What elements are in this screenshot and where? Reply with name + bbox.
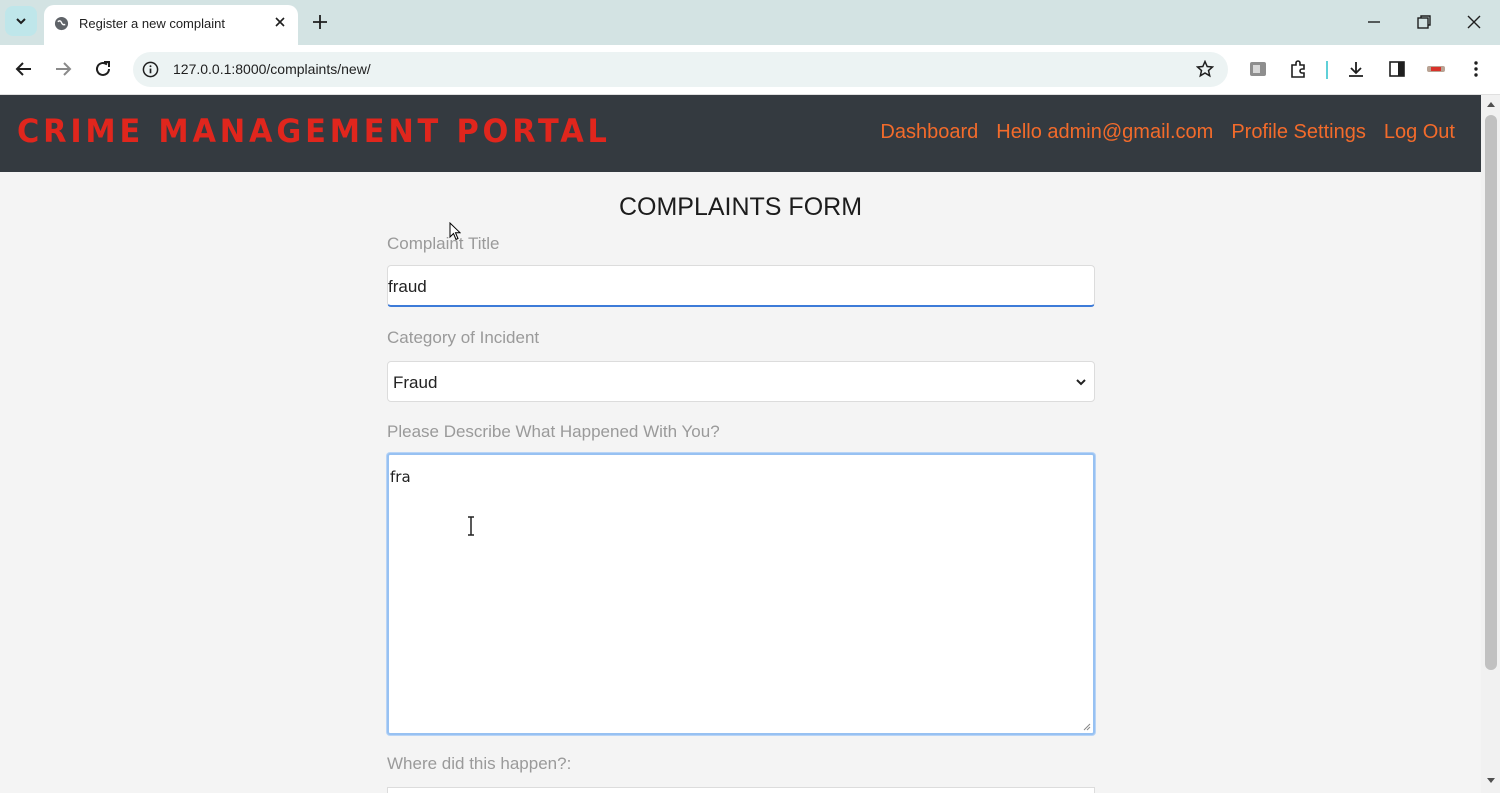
url-text: 127.0.0.1:8000/complaints/new/: [173, 61, 371, 77]
scroll-down-arrow-icon[interactable]: [1486, 777, 1496, 785]
minimize-icon[interactable]: [1364, 12, 1384, 32]
nav-links: Dashboard Hello admin@gmail.com Profile …: [880, 121, 1455, 144]
complaint-title-label: Complaint Title: [387, 234, 500, 253]
forward-arrow-icon[interactable]: [52, 58, 74, 80]
nav-link-dashboard[interactable]: Dashboard: [880, 121, 978, 144]
text-cursor-icon: [468, 516, 474, 536]
description-label: Please Describe What Happened With You?: [387, 422, 720, 441]
chevron-down-icon: [1076, 379, 1086, 386]
browser-toolbar: 127.0.0.1:8000/complaints/new/: [0, 45, 1500, 95]
complaint-title-value: fraud: [388, 277, 427, 296]
new-tab-icon[interactable]: [310, 12, 330, 32]
location-input[interactable]: [387, 787, 1095, 793]
globe-icon: [54, 16, 69, 31]
nav-link-profile-settings[interactable]: Profile Settings: [1231, 121, 1366, 144]
address-bar[interactable]: 127.0.0.1:8000/complaints/new/: [133, 52, 1228, 87]
more-menu-icon[interactable]: [1466, 59, 1486, 79]
back-arrow-icon[interactable]: [13, 58, 35, 80]
nav-link-logout[interactable]: Log Out: [1384, 121, 1455, 144]
resize-grip-icon[interactable]: [1081, 721, 1091, 731]
page-viewport: CRIME MANAGEMENT PORTAL Dashboard Hello …: [0, 95, 1481, 793]
restore-icon[interactable]: [1414, 12, 1434, 32]
page-scrollbar[interactable]: [1481, 95, 1500, 793]
scrollbar-thumb[interactable]: [1485, 115, 1497, 670]
tab-title: Register a new complaint: [79, 16, 225, 31]
mouse-pointer-icon: [449, 222, 461, 241]
category-label: Category of Incident: [387, 328, 540, 347]
complaint-title-input[interactable]: fraud: [387, 265, 1095, 307]
scroll-up-arrow-icon[interactable]: [1486, 100, 1496, 108]
site-navbar: CRIME MANAGEMENT PORTAL Dashboard Hello …: [0, 95, 1481, 172]
toolbar-divider: [1326, 61, 1328, 79]
nav-link-user-greeting[interactable]: Hello admin@gmail.com: [996, 121, 1213, 144]
close-tab-icon[interactable]: [272, 14, 288, 30]
account-badge-icon[interactable]: [1426, 59, 1446, 79]
download-icon[interactable]: [1346, 59, 1366, 79]
category-selected-value: Fraud: [393, 373, 438, 392]
chevron-down-icon: [16, 18, 26, 25]
location-label: Where did this happen?:: [387, 754, 572, 773]
close-window-icon[interactable]: [1464, 12, 1484, 32]
category-select[interactable]: Fraud: [387, 361, 1095, 402]
tab-search-button[interactable]: [5, 6, 37, 36]
browser-tab-strip: Register a new complaint: [0, 0, 1500, 45]
extensions-puzzle-icon[interactable]: [1288, 59, 1308, 79]
bookmark-star-icon[interactable]: [1196, 60, 1214, 78]
description-textarea[interactable]: fra: [387, 453, 1095, 735]
site-brand[interactable]: CRIME MANAGEMENT PORTAL: [17, 112, 611, 150]
reload-icon[interactable]: [92, 58, 114, 80]
site-info-icon[interactable]: [142, 61, 159, 78]
page-title: COMPLAINTS FORM: [618, 193, 863, 221]
description-value: fra: [390, 468, 411, 486]
profile-extension-icon[interactable]: [1248, 59, 1268, 79]
side-panel-icon[interactable]: [1387, 59, 1407, 79]
browser-tab[interactable]: Register a new complaint: [44, 5, 298, 45]
